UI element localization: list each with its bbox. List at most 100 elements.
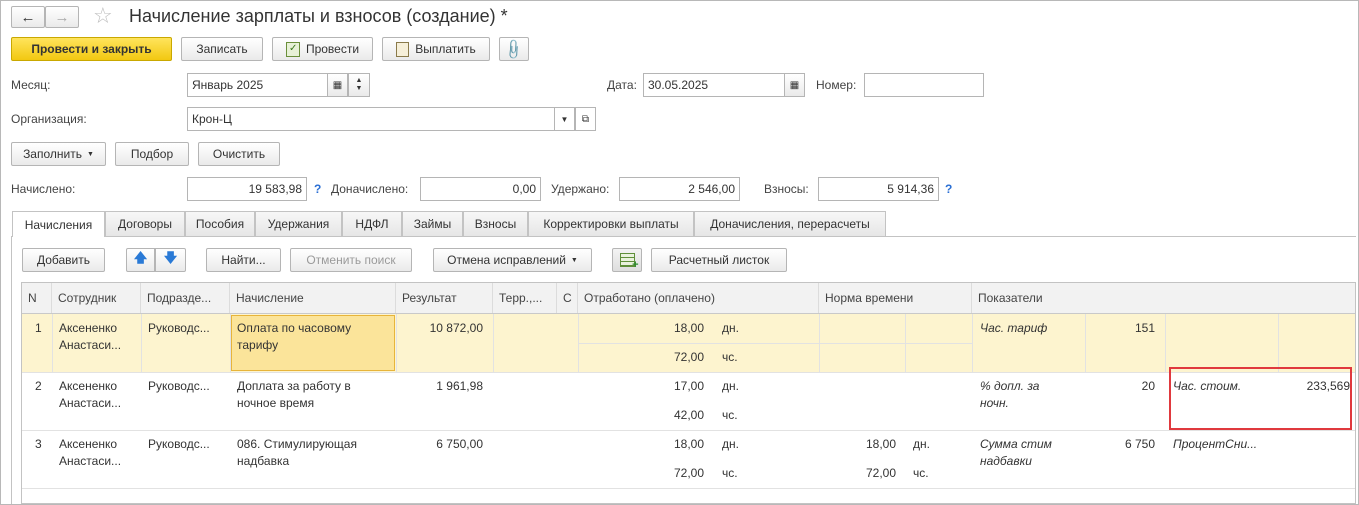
column-header-accrual[interactable]: Начисление (230, 283, 396, 313)
subrow-divider (578, 343, 972, 344)
tab-accruals[interactable]: Начисления (12, 211, 105, 237)
column-header-employee[interactable]: Сотрудник (52, 283, 141, 313)
result-value: 6 750,00 (436, 437, 483, 451)
column-header-norm[interactable]: Норма времени (819, 283, 972, 313)
date-calendar-button[interactable]: ▦ (784, 73, 805, 97)
column-header-c[interactable]: С (557, 283, 578, 313)
indicator-name: ПроцентСни... (1173, 437, 1258, 451)
calendar-icon: ▦ (332, 79, 343, 91)
payslip-button[interactable]: Расчетный листок (651, 248, 787, 272)
organization-field[interactable]: Крон-Ц (187, 107, 555, 131)
month-label: Месяц: (11, 78, 51, 92)
column-divider (493, 314, 494, 372)
accrual-name: ночное время (237, 396, 315, 410)
column-header-n[interactable]: N (22, 283, 52, 313)
indicator-name: Час. тариф (980, 321, 1048, 335)
column-divider (972, 314, 973, 372)
employee-name: Аксененко (59, 379, 118, 393)
worked-days: 18,00 (673, 321, 704, 335)
indicator-name: надбавки (980, 454, 1032, 468)
table-add-icon: + (619, 253, 639, 271)
open-window-icon: ⧉ (581, 113, 590, 125)
attach-button[interactable]: 📎 (499, 37, 529, 61)
organization-label: Организация: (11, 112, 87, 126)
pay-button[interactable]: Выплатить (382, 37, 490, 61)
accrued-label: Начислено: (11, 182, 76, 196)
withheld-label: Удержано: (551, 182, 610, 196)
employee-name: Анастаси... (59, 396, 122, 410)
organization-dropdown-button[interactable]: ▼ (554, 107, 575, 131)
cancel-search-button[interactable]: Отменить поиск (290, 248, 412, 272)
arrow-down-icon: 🡇 (163, 250, 178, 265)
norm-hours-unit: чс. (913, 466, 929, 480)
column-divider (52, 314, 53, 372)
post-button[interactable]: ✓ Провести (272, 37, 373, 61)
tab-withholdings[interactable]: Удержания (255, 211, 342, 236)
extra-accrued-field: 0,00 (420, 177, 541, 201)
indicator-value: 20 (1141, 379, 1155, 393)
table-settings-button[interactable]: + (612, 248, 642, 272)
chevron-down-icon: ▼ (570, 256, 578, 264)
tab-ndfl[interactable]: НДФЛ (342, 211, 402, 236)
accrued-help-icon[interactable]: ? (314, 182, 321, 196)
month-calendar-button[interactable]: ▦ (327, 73, 348, 97)
tab-contracts[interactable]: Договоры (105, 211, 185, 236)
move-up-button[interactable]: 🡅 (126, 248, 155, 272)
accruals-table: N Сотрудник Подразде... Начисление Резул… (21, 282, 1356, 504)
worked-hours-unit: чс. (722, 408, 738, 422)
extra-accrued-label: Доначислено: (331, 182, 409, 196)
favorite-star-icon[interactable]: ☆ (93, 3, 113, 29)
worked-hours-unit: чс. (722, 466, 738, 480)
clear-button[interactable]: Очистить (198, 142, 280, 166)
number-label: Номер: (816, 78, 857, 92)
save-button[interactable]: Записать (181, 37, 263, 61)
indicator-value: 6 750 (1124, 437, 1155, 451)
column-divider (905, 314, 906, 372)
post-and-close-button[interactable]: Провести и закрыть (11, 37, 172, 61)
fill-label: Заполнить (23, 147, 82, 161)
arrow-up-icon: 🡅 (133, 250, 148, 265)
accrual-name: надбавка (237, 454, 290, 468)
contributions-help-icon[interactable]: ? (945, 182, 952, 196)
indicator-name: Сумма стим (980, 437, 1052, 451)
tab-recalculations[interactable]: Доначисления, перерасчеты (694, 211, 886, 236)
move-down-button[interactable]: 🡇 (155, 248, 186, 272)
month-field[interactable]: Январь 2025 (187, 73, 328, 97)
date-field[interactable]: 30.05.2025 (643, 73, 785, 97)
fill-button[interactable]: Заполнить ▼ (11, 142, 106, 166)
column-header-department[interactable]: Подразде... (141, 283, 230, 313)
forward-button[interactable]: → (45, 6, 79, 28)
find-button[interactable]: Найти... (206, 248, 281, 272)
column-divider (1278, 314, 1279, 372)
employee-name: Анастаси... (59, 454, 122, 468)
result-value: 10 872,00 (429, 321, 483, 335)
select-button[interactable]: Подбор (115, 142, 189, 166)
organization-open-button[interactable]: ⧉ (575, 107, 596, 131)
worked-hours: 72,00 (673, 466, 704, 480)
pay-label: Выплатить (415, 42, 476, 56)
tab-benefits[interactable]: Пособия (185, 211, 255, 236)
tab-loans[interactable]: Займы (402, 211, 463, 236)
accrual-name: 086. Стимулирующая (237, 437, 357, 451)
number-field[interactable] (864, 73, 984, 97)
tab-payment-corrections[interactable]: Корректировки выплаты (528, 211, 694, 236)
row-divider (22, 372, 1355, 373)
back-button[interactable]: ← (11, 6, 45, 28)
month-spin-button[interactable]: ▲ ▼ (348, 73, 370, 97)
add-row-button[interactable]: Добавить (22, 248, 105, 272)
undo-corrections-button[interactable]: Отмена исправлений ▼ (433, 248, 592, 272)
row-divider (22, 430, 1355, 431)
column-header-worked[interactable]: Отработано (оплачено) (578, 283, 819, 313)
column-header-result[interactable]: Результат (396, 283, 493, 313)
accrued-field: 19 583,98 (187, 177, 307, 201)
column-header-territory[interactable]: Терр.,... (493, 283, 557, 313)
column-divider (141, 314, 142, 372)
indicator-name: Час. стоим. (1173, 379, 1242, 393)
employee-name: Анастаси... (59, 338, 122, 352)
norm-hours: 72,00 (865, 466, 896, 480)
indicator-value: 151 (1134, 321, 1155, 335)
row-number: 2 (35, 379, 42, 393)
tab-contributions[interactable]: Взносы (463, 211, 528, 236)
indicator-name: % допл. за (980, 379, 1040, 393)
column-header-indicators[interactable]: Показатели (972, 283, 1355, 313)
